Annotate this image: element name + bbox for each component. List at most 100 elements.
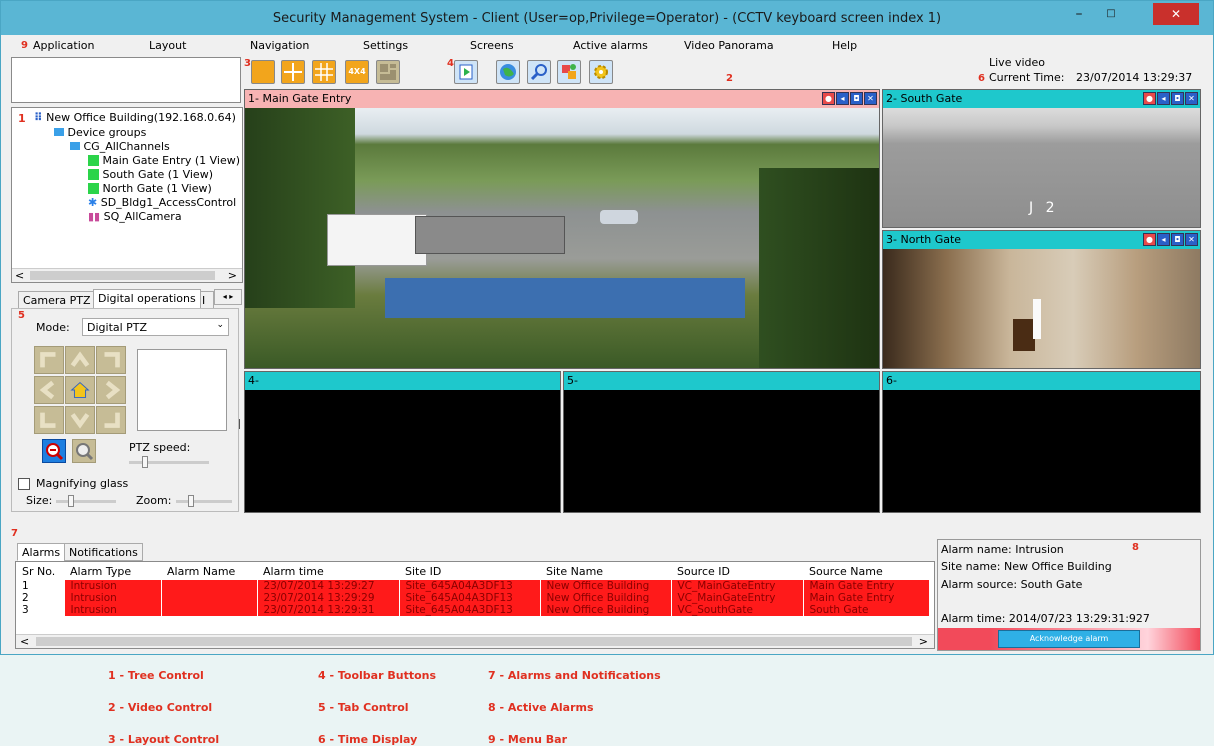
video-tile-3[interactable]: 3- North Gate ● ◂ ◘ ✕ [882,230,1201,369]
ptz-down-button[interactable] [65,406,95,434]
layout-2x2-button[interactable] [281,60,305,84]
video-tile-3-feed [883,249,1200,368]
snapshot-icon[interactable]: ◘ [1171,233,1184,246]
record-icon[interactable]: ● [1143,92,1156,105]
ptz-speed-slider[interactable] [129,456,209,468]
col-source-name[interactable]: Source Name [803,562,930,580]
snapshot-icon[interactable]: ◘ [1171,92,1184,105]
menu-screens[interactable]: Screens [470,39,514,52]
camera-icon [88,155,99,166]
ptz-down-left-button[interactable] [34,406,64,434]
layout-4x4-button[interactable]: 4X4 [345,60,369,84]
tree-node-root[interactable]: ⠿ New Office Building(192.168.0.64) [34,111,236,124]
tab-camera-ptz[interactable]: Camera PTZ [18,291,96,309]
ptz-up-button[interactable] [65,346,95,374]
col-site-id[interactable]: Site ID [399,562,540,580]
menu-application[interactable]: Application [33,39,94,52]
play-sequence-button[interactable] [454,60,478,84]
col-sr-no[interactable]: Sr No. [16,562,64,580]
size-thumb[interactable] [68,495,74,507]
close-icon[interactable]: ✕ [864,92,877,105]
record-icon[interactable]: ● [822,92,835,105]
magnifying-checkbox[interactable] [18,478,30,490]
layout-1x1-button[interactable] [251,60,275,84]
zoom-slider[interactable] [176,495,232,507]
scroll-right-arrow[interactable]: > [919,635,928,648]
camera-icon [88,169,99,180]
zoom-in-button[interactable] [72,439,96,463]
tab-more[interactable]: I [200,291,214,309]
ptz-left-button[interactable] [34,376,64,404]
scroll-left-arrow[interactable]: < [20,635,29,648]
video-tile-2-header: 2- South Gate ● ◂ ◘ ✕ [883,90,1200,108]
col-alarm-type[interactable]: Alarm Type [64,562,161,580]
video-tile-4[interactable]: 4- [244,371,561,513]
table-row[interactable]: 1 Intrusion 23/07/2014 13:29:27 Site_645… [16,580,930,592]
tab-digital-operations[interactable]: Digital operations [93,289,201,309]
tree-node-sequence[interactable]: ▮▮ SQ_AllCamera [88,210,182,223]
scroll-thumb[interactable] [36,637,912,646]
col-site-name[interactable]: Site Name [540,562,671,580]
minimize-button[interactable]: – [1063,1,1095,29]
record-icon[interactable]: ● [1143,233,1156,246]
ptz-down-right-button[interactable] [96,406,126,434]
ptz-right-button[interactable] [96,376,126,404]
snapshot-icon[interactable]: ◘ [850,92,863,105]
layout-custom-button[interactable] [376,60,400,84]
scroll-left-arrow[interactable]: < [15,269,24,282]
map-button[interactable] [496,60,520,84]
speaker-icon[interactable]: ◂ [836,92,849,105]
video-tile-1[interactable]: 1- Main Gate Entry ● ◂ ◘ ✕ [244,89,880,369]
ptz-up-right-button[interactable] [96,346,126,374]
menu-video-panorama[interactable]: Video Panorama [684,39,774,52]
size-slider[interactable] [56,495,116,507]
menu-active-alarms[interactable]: Active alarms [573,39,648,52]
settings-button[interactable] [589,60,613,84]
close-icon[interactable]: ✕ [1185,92,1198,105]
search-button[interactable] [527,60,551,84]
tree-node-access-control[interactable]: ✱ SD_Bldg1_AccessControl [88,196,236,209]
scroll-right-arrow[interactable]: > [228,269,237,282]
tree-node-channel-group[interactable]: CG_AllChannels [70,140,170,153]
sequence-icon: ▮▮ [88,210,101,223]
speaker-icon[interactable]: ◂ [1157,233,1170,246]
ptz-speed-thumb[interactable] [142,456,148,468]
app-window: Security Management System - Client (Use… [0,0,1214,655]
tree-scrollbar[interactable]: < > [12,268,242,282]
tree-node-view-north-gate[interactable]: North Gate (1 View) [88,182,212,195]
alarms-scrollbar[interactable]: < > [16,634,934,648]
tree-node-device-groups[interactable]: Device groups [54,126,146,139]
layout-3x3-button[interactable] [312,60,336,84]
table-row[interactable]: 3 Intrusion 23/07/2014 13:29:31 Site_645… [16,604,930,616]
menu-settings[interactable]: Settings [363,39,408,52]
col-alarm-name[interactable]: Alarm Name [161,562,257,580]
scroll-thumb[interactable] [30,271,215,280]
close-icon[interactable]: ✕ [1185,233,1198,246]
maximize-button[interactable]: □ [1095,1,1127,29]
col-alarm-time[interactable]: Alarm time [257,562,399,580]
tab-notifications[interactable]: Notifications [64,543,143,561]
menu-help[interactable]: Help [832,39,857,52]
tab-alarms[interactable]: Alarms [17,543,66,561]
speaker-icon[interactable]: ◂ [1157,92,1170,105]
video-tile-6[interactable]: 6- [882,371,1201,513]
video-tile-5[interactable]: 5- [563,371,880,513]
ptz-up-left-button[interactable] [34,346,64,374]
zoom-thumb[interactable] [188,495,194,507]
ptz-home-button[interactable] [65,376,95,404]
mode-select[interactable]: Digital PTZ ⌄ [82,318,229,336]
tab-scroll-arrows[interactable]: ◂ ▸ [214,289,242,305]
table-row[interactable]: 2 Intrusion 23/07/2014 13:29:29 Site_645… [16,592,930,604]
window-title: Security Management System - Client (Use… [272,11,942,26]
grid-3x3-icon [315,63,333,81]
menu-layout[interactable]: Layout [149,39,186,52]
close-button[interactable]: ✕ [1153,3,1199,25]
tree-node-view-main-gate[interactable]: Main Gate Entry (1 View) [88,154,240,167]
tools-button[interactable] [557,60,581,84]
tree-node-view-south-gate[interactable]: South Gate (1 View) [88,168,213,181]
menu-navigation[interactable]: Navigation [250,39,309,52]
video-tile-2[interactable]: 2- South Gate ● ◂ ◘ ✕ J 2 [882,89,1201,228]
zoom-out-button[interactable] [42,439,66,463]
acknowledge-alarm-button[interactable]: Acknowledge alarm [998,630,1140,648]
col-source-id[interactable]: Source ID [671,562,803,580]
